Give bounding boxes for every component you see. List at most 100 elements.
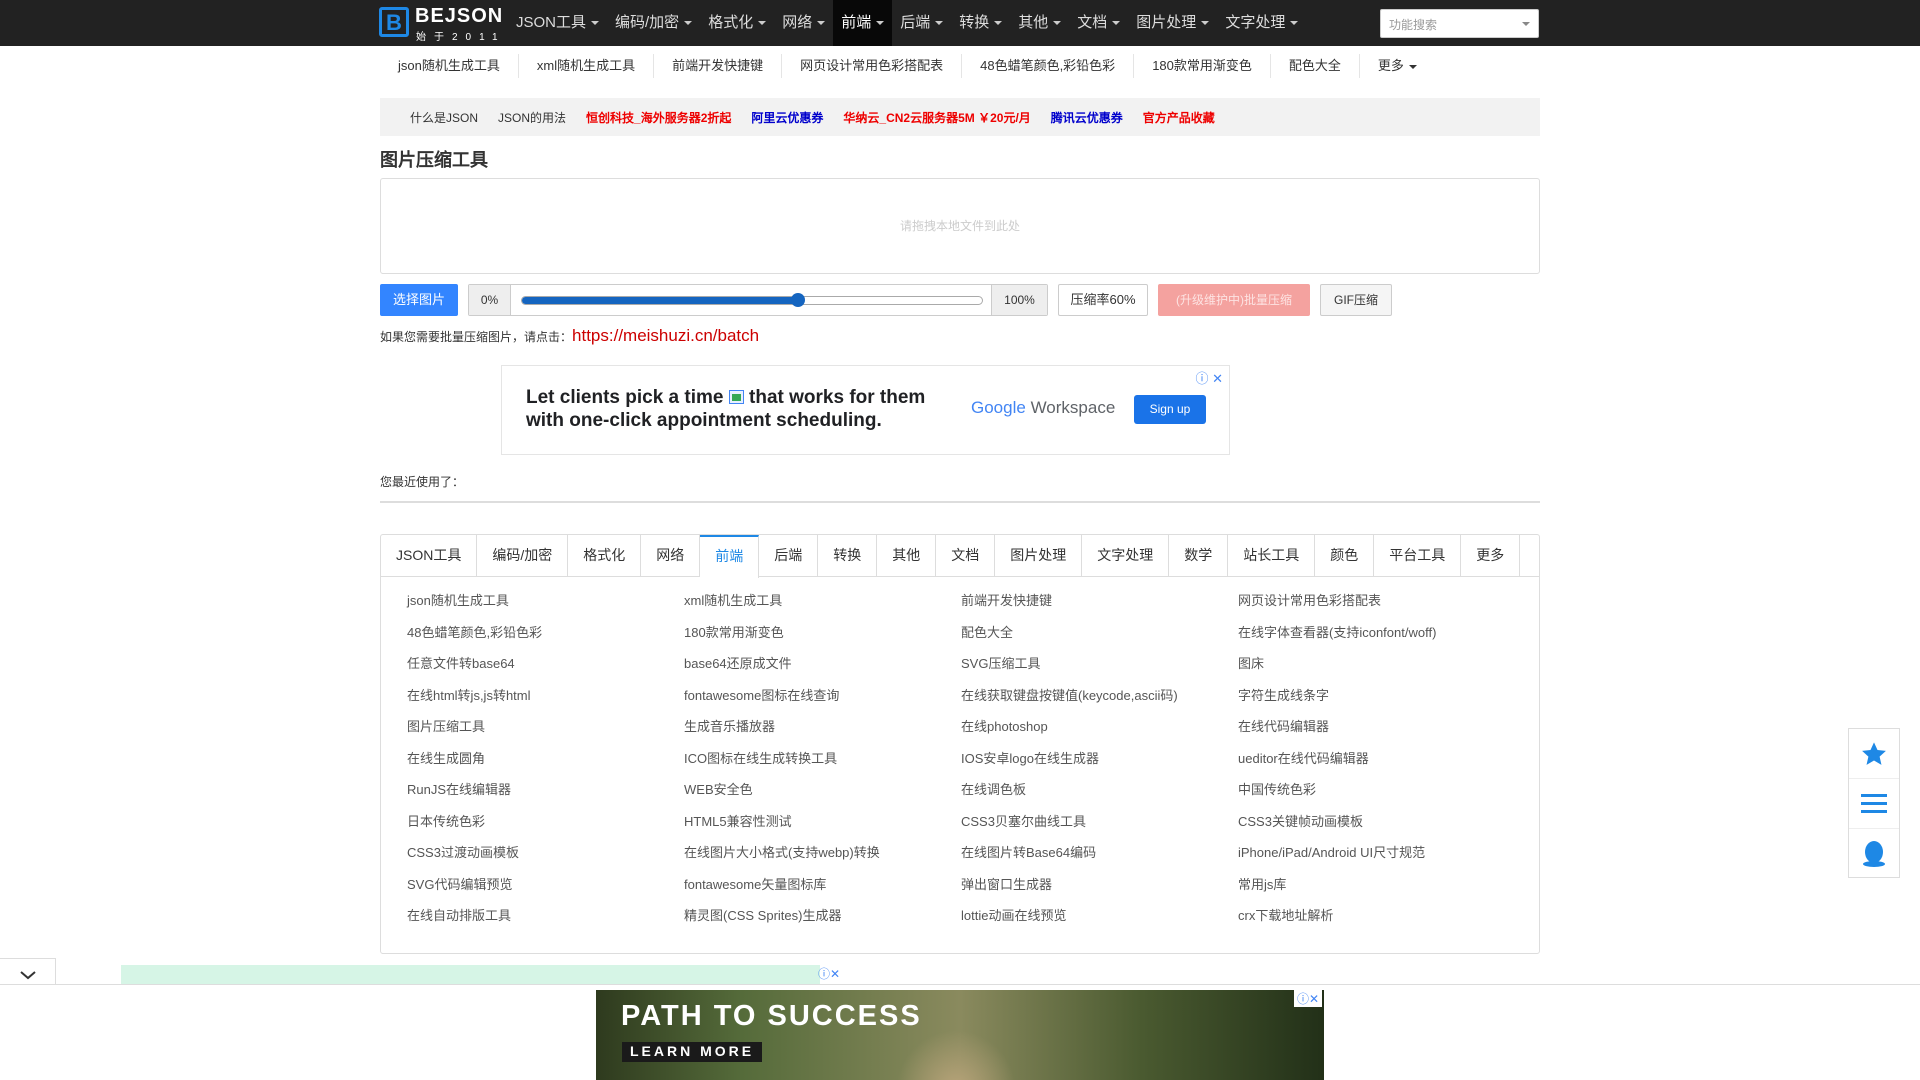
tool-link[interactable]: json随机生成工具 xyxy=(407,592,684,624)
site-logo[interactable]: B BEJSON 始于2011 xyxy=(379,5,502,43)
tab-item[interactable]: 平台工具 xyxy=(1374,535,1462,577)
tool-link[interactable]: fontawesome矢量图标库 xyxy=(684,876,961,908)
tool-link[interactable]: 常用js库 xyxy=(1238,876,1515,908)
tool-link[interactable]: crx下载地址解析 xyxy=(1238,907,1515,939)
subnav-link[interactable]: 前端开发快捷键 xyxy=(654,54,783,78)
ad-strip-close-icon[interactable]: ⓘ✕ xyxy=(818,965,840,982)
promo-link[interactable]: 官方产品收藏 xyxy=(1143,109,1215,126)
promo-link[interactable]: 恒创科技_海外服务器2折起 xyxy=(586,109,731,126)
tool-link[interactable]: 48色蜡笔颜色,彩铅色彩 xyxy=(407,624,684,656)
subnav-link[interactable]: 48色蜡笔颜色,彩铅色彩 xyxy=(962,54,1135,78)
ad-close-icon[interactable]: ⓘ ✕ xyxy=(1195,368,1223,387)
promo-link[interactable]: 阿里云优惠券 xyxy=(751,109,823,126)
favorite-button[interactable] xyxy=(1849,729,1899,779)
promo-link[interactable]: 腾讯云优惠券 xyxy=(1051,109,1123,126)
google-workspace-ad[interactable]: Let clients pick a time that works for t… xyxy=(501,365,1230,455)
tab-item[interactable]: 图片处理 xyxy=(995,535,1083,577)
tool-link[interactable]: RunJS在线编辑器 xyxy=(407,781,684,813)
tool-link[interactable]: 在线photoshop xyxy=(961,718,1238,750)
nav-item[interactable]: 后端 xyxy=(892,0,951,46)
tab-item[interactable]: 数学 xyxy=(1169,535,1229,577)
tab-item[interactable]: 更多 xyxy=(1461,535,1521,577)
tool-link[interactable]: fontawesome图标在线查询 xyxy=(684,687,961,719)
subnav-link[interactable]: 网页设计常用色彩搭配表 xyxy=(782,54,963,78)
tool-link[interactable]: CSS3关键帧动画模板 xyxy=(1238,813,1515,845)
ad-signup-button[interactable]: Sign up xyxy=(1134,395,1206,424)
tool-link[interactable]: 配色大全 xyxy=(961,624,1238,656)
nav-item[interactable]: 格式化 xyxy=(700,0,774,46)
subnav-link[interactable]: json随机生成工具 xyxy=(380,54,519,78)
tool-link[interactable]: 在线图片大小格式(支持webp)转换 xyxy=(684,844,961,876)
tool-link[interactable]: base64还原成文件 xyxy=(684,655,961,687)
subnav-link[interactable]: xml随机生成工具 xyxy=(519,54,655,78)
tab-item[interactable]: 文字处理 xyxy=(1082,535,1170,577)
subnav-link[interactable]: 配色大全 xyxy=(1271,54,1360,78)
tab-item[interactable]: 网络 xyxy=(641,535,701,577)
nav-item[interactable]: 网络 xyxy=(774,0,833,46)
qq-contact-button[interactable] xyxy=(1849,829,1899,879)
file-drop-zone[interactable]: 请拖拽本地文件到此处 xyxy=(380,178,1540,274)
nav-item[interactable]: 转换 xyxy=(951,0,1010,46)
tool-link[interactable]: 日本传统色彩 xyxy=(407,813,684,845)
tool-link[interactable]: 任意文件转base64 xyxy=(407,655,684,687)
tool-link[interactable]: 在线自动排版工具 xyxy=(407,907,684,939)
tab-item[interactable]: 文档 xyxy=(936,535,996,577)
tab-item[interactable]: 格式化 xyxy=(568,535,642,577)
bottom-ad-close-icon[interactable]: ⓘ✕ xyxy=(1293,990,1322,1007)
tool-link[interactable]: 弹出窗口生成器 xyxy=(961,876,1238,908)
slider-handle[interactable] xyxy=(791,293,805,307)
tab-item[interactable]: 其他 xyxy=(877,535,937,577)
tool-link[interactable]: 在线字体查看器(支持iconfont/woff) xyxy=(1238,624,1515,656)
batch-link[interactable]: https://meishuzi.cn/batch xyxy=(572,326,759,345)
tool-link[interactable]: SVG代码编辑预览 xyxy=(407,876,684,908)
tool-link[interactable]: IOS安卓logo在线生成器 xyxy=(961,750,1238,782)
batch-compress-button[interactable]: (升级维护中)批量压缩 xyxy=(1158,284,1310,316)
tool-link[interactable]: WEB安全色 xyxy=(684,781,961,813)
tab-item[interactable]: JSON工具 xyxy=(381,535,478,577)
promo-link[interactable]: JSON的用法 xyxy=(498,109,566,126)
tool-link[interactable]: CSS3过渡动画模板 xyxy=(407,844,684,876)
tool-link[interactable]: ICO图标在线生成转换工具 xyxy=(684,750,961,782)
tool-link[interactable]: ueditor在线代码编辑器 xyxy=(1238,750,1515,782)
tab-item[interactable]: 后端 xyxy=(759,535,819,577)
tool-link[interactable]: SVG压缩工具 xyxy=(961,655,1238,687)
compression-slider[interactable]: 0% 100% xyxy=(468,284,1048,316)
bottom-banner-ad[interactable]: PATH TO SUCCESS LEARN MORE ⓘ✕ xyxy=(596,990,1324,1080)
tool-link[interactable]: 在线html转js,js转html xyxy=(407,687,684,719)
slider-track[interactable] xyxy=(521,293,983,307)
gif-compress-button[interactable]: GIF压缩 xyxy=(1320,284,1392,316)
tool-link[interactable]: 在线图片转Base64编码 xyxy=(961,844,1238,876)
tab-item[interactable]: 编码/加密 xyxy=(477,535,569,577)
nav-item[interactable]: 图片处理 xyxy=(1128,0,1217,46)
nav-item[interactable]: 前端 xyxy=(833,0,893,46)
promo-link[interactable]: 华纳云_CN2云服务器5M ￥20元/月 xyxy=(843,109,1030,126)
tool-link[interactable]: 在线生成圆角 xyxy=(407,750,684,782)
nav-item[interactable]: JSON工具 xyxy=(508,0,607,46)
compression-rate-button[interactable]: 压缩率60% xyxy=(1058,284,1148,316)
tool-link[interactable]: 字符生成线条字 xyxy=(1238,687,1515,719)
subnav-link[interactable]: 180款常用渐变色 xyxy=(1134,54,1271,78)
subnav-link[interactable]: 更多 xyxy=(1360,54,1435,78)
function-search-select[interactable]: 功能搜索 xyxy=(1380,9,1539,38)
tool-link[interactable]: 在线调色板 xyxy=(961,781,1238,813)
tab-item[interactable]: 颜色 xyxy=(1315,535,1375,577)
promo-link[interactable]: 什么是JSON xyxy=(410,109,478,126)
tool-link[interactable]: 180款常用渐变色 xyxy=(684,624,961,656)
menu-button[interactable] xyxy=(1849,779,1899,829)
tool-link[interactable]: 在线获取键盘按键值(keycode,ascii码) xyxy=(961,687,1238,719)
tab-item[interactable]: 前端 xyxy=(700,535,760,578)
select-image-button[interactable]: 选择图片 xyxy=(380,284,458,316)
tool-link[interactable]: 图床 xyxy=(1238,655,1515,687)
tool-link[interactable]: 图片压缩工具 xyxy=(407,718,684,750)
tool-link[interactable]: 精灵图(CSS Sprites)生成器 xyxy=(684,907,961,939)
tool-link[interactable]: HTML5兼容性测试 xyxy=(684,813,961,845)
tab-item[interactable]: 转换 xyxy=(818,535,878,577)
tool-link[interactable]: lottie动画在线预览 xyxy=(961,907,1238,939)
tool-link[interactable]: 在线代码编辑器 xyxy=(1238,718,1515,750)
tool-link[interactable]: 网页设计常用色彩搭配表 xyxy=(1238,592,1515,624)
tool-link[interactable]: 生成音乐播放器 xyxy=(684,718,961,750)
nav-item[interactable]: 文档 xyxy=(1069,0,1128,46)
tool-link[interactable]: CSS3贝塞尔曲线工具 xyxy=(961,813,1238,845)
tab-item[interactable]: 站长工具 xyxy=(1228,535,1316,577)
tool-link[interactable]: iPhone/iPad/Android UI尺寸规范 xyxy=(1238,844,1515,876)
